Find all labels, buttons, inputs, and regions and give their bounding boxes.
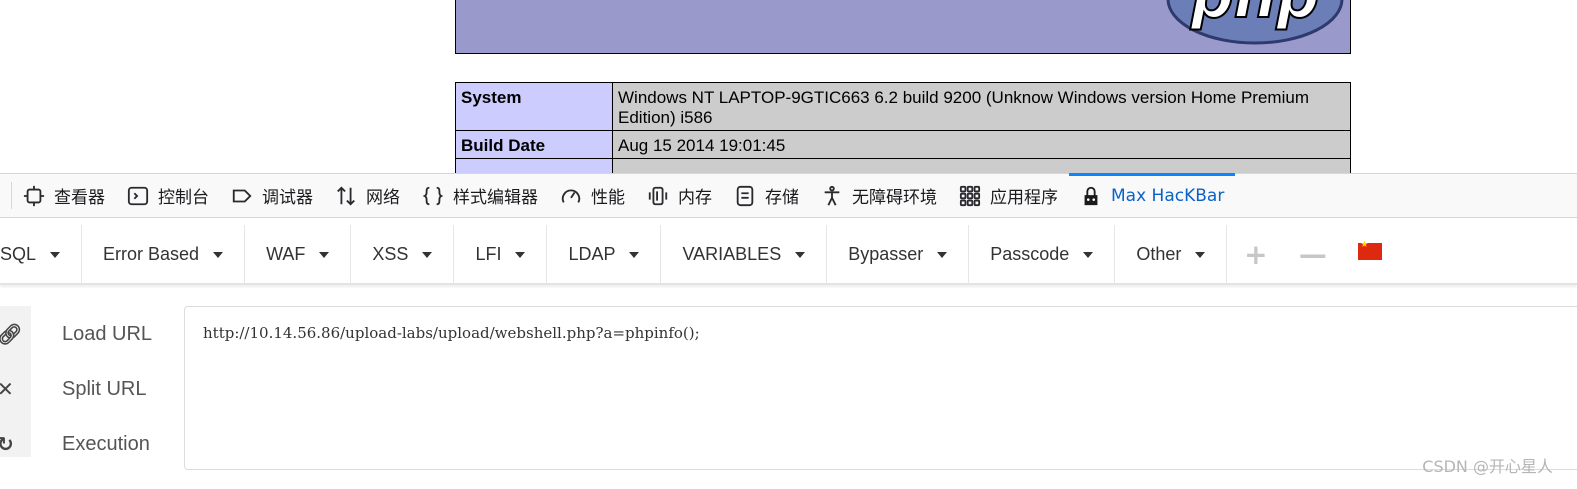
phpinfo-table: System Windows NT LAPTOP-9GTIC663 6.2 bu…: [455, 82, 1351, 174]
row-label-cut: [455, 158, 613, 174]
tab-label: 无障碍环境: [852, 188, 937, 208]
tab-storage[interactable]: 存储: [723, 174, 810, 217]
caret-down-icon: [1083, 251, 1094, 258]
tab-application[interactable]: 应用程序: [948, 174, 1069, 217]
menu-other[interactable]: Other: [1115, 225, 1228, 284]
hackbar-menu-bar: SQL Error Based WAF XSS LFI LDAP VARIABL…: [0, 225, 1577, 285]
tab-performance[interactable]: 性能: [549, 174, 636, 217]
menu-xss[interactable]: XSS: [351, 225, 455, 284]
menu-error-based[interactable]: Error Based: [82, 225, 246, 284]
tab-style-editor[interactable]: 样式编辑器: [411, 174, 549, 217]
menu-waf[interactable]: WAF: [245, 225, 352, 284]
tab-network[interactable]: 网络: [324, 174, 411, 217]
tab-label: Max HacKBar: [1111, 185, 1225, 206]
menu-sql[interactable]: SQL: [0, 225, 83, 284]
phpinfo-page: php System Windows NT LAPTOP-9GTIC663 6.…: [0, 0, 1577, 174]
devtools-tab-bar: 查看器 控制台 调试器 网络 样式编辑器 性能 内存 存储 无障碍环境 应用程序…: [0, 173, 1577, 218]
split-url-label: Split URL: [62, 377, 147, 400]
add-icon[interactable]: +: [1227, 225, 1284, 284]
load-url-button[interactable]: 🔗︎ Load URL: [0, 314, 170, 354]
tab-inspector[interactable]: 查看器: [12, 174, 116, 217]
console-icon: [127, 186, 149, 205]
menu-label: Error Based: [103, 244, 200, 264]
performance-icon: [561, 189, 581, 203]
inspector-icon: [23, 185, 45, 206]
caret-down-icon: [422, 251, 433, 258]
tab-max-hackbar[interactable]: Max HacKBar: [1069, 173, 1236, 217]
php-banner: php: [455, 0, 1351, 54]
split-url-button[interactable]: ✕ Split URL: [0, 369, 170, 409]
hackbar-lock-icon: [1084, 186, 1098, 205]
caret-down-icon: [50, 251, 61, 258]
menu-label: Other: [1136, 244, 1182, 264]
table-row: Build Date Aug 15 2014 19:01:45: [455, 130, 1351, 159]
menu-label: Passcode: [990, 244, 1070, 264]
row-label-system: System: [455, 82, 613, 131]
tab-label: 查看器: [54, 188, 105, 208]
menu-label: VARIABLES: [682, 244, 782, 264]
memory-icon: [648, 186, 668, 205]
tab-label: 样式编辑器: [453, 188, 538, 208]
style-editor-icon: [422, 186, 444, 205]
tab-memory[interactable]: 内存: [636, 174, 723, 217]
row-label-build-date: Build Date: [455, 130, 613, 159]
table-row: [455, 158, 1351, 174]
menu-bypasser[interactable]: Bypasser: [827, 225, 970, 284]
tab-accessibility[interactable]: 无障碍环境: [810, 174, 948, 217]
menu-label: Bypasser: [848, 244, 924, 264]
tab-label: 控制台: [158, 188, 209, 208]
caret-down-icon: [937, 251, 948, 258]
accessibility-icon: [824, 185, 840, 206]
tab-label: 调试器: [262, 188, 313, 208]
tab-console[interactable]: 控制台: [116, 174, 220, 217]
caret-down-icon: [515, 251, 526, 258]
tab-label: 存储: [765, 188, 799, 208]
caret-down-icon: [795, 251, 806, 258]
application-icon: [959, 185, 981, 206]
link-icon: 🔗︎: [0, 322, 23, 346]
refresh-icon: ↻: [0, 432, 14, 456]
menu-lfi[interactable]: LFI: [454, 225, 548, 284]
network-icon: [337, 185, 355, 206]
remove-icon[interactable]: —: [1284, 225, 1341, 284]
url-input[interactable]: http://10.14.56.86/upload-labs/upload/we…: [184, 306, 1577, 470]
menu-label: SQL: [0, 244, 37, 264]
menu-ldap[interactable]: LDAP: [547, 225, 662, 284]
china-flag-icon[interactable]: [1358, 240, 1383, 260]
load-url-label: Load URL: [62, 322, 153, 345]
menu-label: LDAP: [568, 244, 616, 264]
php-logo-icon: php: [1166, 0, 1344, 45]
menu-passcode[interactable]: Passcode: [969, 225, 1116, 284]
tab-label: 性能: [591, 188, 625, 208]
execution-button[interactable]: ↻ Execution: [0, 424, 170, 464]
tab-label: 内存: [678, 188, 712, 208]
debugger-icon: [232, 189, 252, 202]
menu-label: XSS: [372, 244, 409, 264]
storage-icon: [736, 185, 754, 206]
hackbar-body: 🔗︎ Load URL ✕ Split URL ↻ Execution http…: [0, 288, 1577, 489]
execution-label: Execution: [62, 432, 150, 455]
caret-down-icon: [629, 251, 640, 258]
menu-variables[interactable]: VARIABLES: [661, 225, 828, 284]
row-value-cut: [612, 158, 1351, 174]
row-value-system: Windows NT LAPTOP-9GTIC663 6.2 build 920…: [612, 82, 1351, 131]
tab-debugger[interactable]: 调试器: [220, 174, 324, 217]
menu-label: LFI: [475, 244, 502, 264]
csdn-watermark: CSDN @开心星人: [1422, 457, 1553, 476]
row-value-build-date: Aug 15 2014 19:01:45: [612, 130, 1351, 159]
scissors-icon: ✕: [0, 377, 14, 401]
caret-down-icon: [213, 251, 224, 258]
tab-label: 网络: [366, 188, 400, 208]
php-logo-text: php: [1190, 0, 1320, 32]
menu-label: WAF: [266, 244, 306, 264]
table-row: System Windows NT LAPTOP-9GTIC663 6.2 bu…: [455, 82, 1351, 131]
tab-label: 应用程序: [990, 188, 1058, 208]
caret-down-icon: [319, 251, 330, 258]
caret-down-icon: [1195, 251, 1206, 258]
devtools-left-edge: [0, 182, 12, 209]
